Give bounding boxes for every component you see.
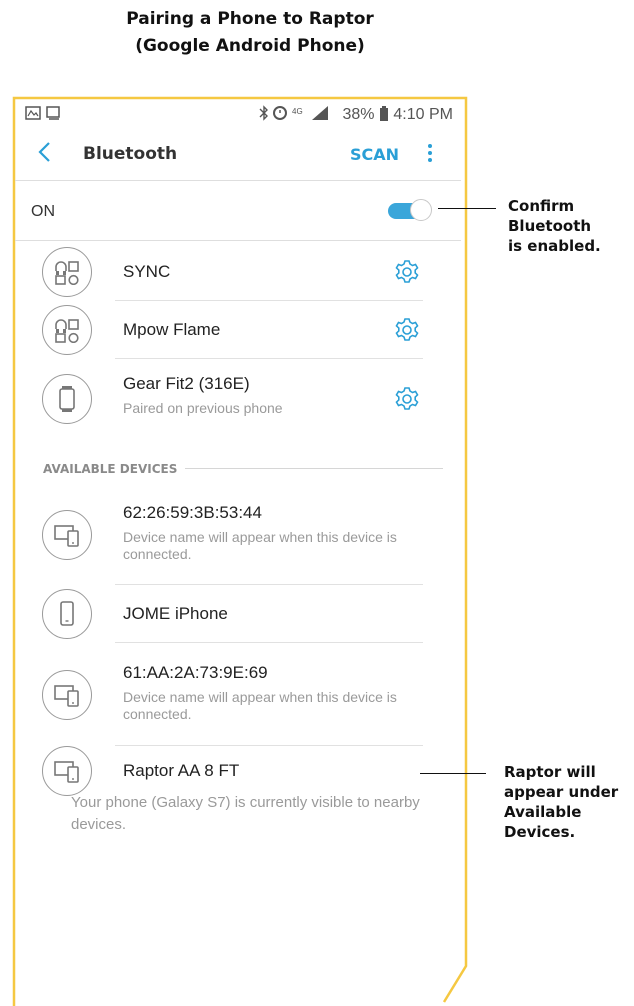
title-line-2: (Google Android Phone) xyxy=(135,36,365,56)
computer-phone-icon xyxy=(42,746,92,796)
scan-button[interactable]: SCAN xyxy=(350,145,399,164)
gear-icon[interactable] xyxy=(394,317,420,343)
device-subtitle: Device name will appear when this device… xyxy=(123,529,397,562)
gear-icon[interactable] xyxy=(394,259,420,285)
back-chevron-icon[interactable] xyxy=(37,140,51,170)
device-row-raptor-aa-8-ft[interactable]: Raptor AA 8 FT xyxy=(15,746,461,796)
device-name: 62:26:59:3B:53:44 xyxy=(123,503,262,522)
device-name: SYNC xyxy=(123,262,171,281)
callout-leader-line xyxy=(438,208,496,209)
visibility-note: Your phone (Galaxy S7) is currently visi… xyxy=(71,794,420,833)
gear-icon[interactable] xyxy=(394,386,420,412)
phone-screen: 4G 38% 4:10 PM Bluetooth SCAN ON SYNC Mpo… xyxy=(15,100,461,1002)
battery-percent: 38% xyxy=(342,106,375,123)
callout-bluetooth-enabled: Confirm Bluetooth is enabled. xyxy=(508,197,601,255)
more-options-icon[interactable] xyxy=(424,142,436,166)
app-bar: Bluetooth SCAN xyxy=(15,132,461,181)
device-row-gear-fit2-316e[interactable]: Paired on previous phone Gear Fit2 (316E) xyxy=(15,359,461,439)
bluetooth-icon xyxy=(259,105,269,121)
phone-icon xyxy=(42,589,92,639)
status-bar: 4G 38% 4:10 PM xyxy=(15,100,461,128)
device-name: Gear Fit2 (316E) xyxy=(123,374,250,393)
device-name: Mpow Flame xyxy=(123,320,221,339)
bluetooth-toggle-row[interactable]: ON xyxy=(15,182,461,241)
computer-phone-icon xyxy=(42,510,92,560)
device-name: Raptor AA 8 FT xyxy=(123,761,240,780)
headset-device-icon xyxy=(42,247,92,297)
device-row-mpow-flame[interactable]: Mpow Flame xyxy=(15,301,461,359)
headset-device-icon xyxy=(42,305,92,355)
bluetooth-switch[interactable] xyxy=(388,199,432,221)
page-title: Pairing a Phone to Raptor (Google Androi… xyxy=(0,6,500,60)
device-row-62-26-59-3b-53-44[interactable]: Device name will appear when this device… xyxy=(15,485,461,585)
device-row-61-aa-2a-73-9e-69[interactable]: Device name will appear when this device… xyxy=(15,643,461,746)
computer-phone-icon xyxy=(42,669,92,720)
device-name: 61:AA:2A:73:9E:69 xyxy=(123,663,268,682)
available-devices-header: AVAILABLE DEVICES xyxy=(43,460,443,480)
lte-icon: 4G xyxy=(292,107,303,116)
signal-icon xyxy=(312,106,329,120)
notification-icons xyxy=(25,106,60,120)
device-row-jome-iphone[interactable]: JOME iPhone xyxy=(15,585,461,643)
title-line-1: Pairing a Phone to Raptor xyxy=(126,9,374,29)
watch-icon xyxy=(42,374,92,424)
callout-raptor-available: Raptor will appear under Available Devic… xyxy=(504,763,619,841)
callout-leader-line xyxy=(420,773,486,774)
device-row-sync[interactable]: SYNC xyxy=(15,243,461,301)
status-icons: 4G xyxy=(259,105,329,121)
device-name: JOME iPhone xyxy=(123,604,228,623)
device-subtitle: Device name will appear when this device… xyxy=(123,689,397,722)
screen-title: Bluetooth xyxy=(83,144,178,164)
clock: 4:10 PM xyxy=(393,106,453,123)
battery-icon xyxy=(379,106,388,121)
bluetooth-state-label: ON xyxy=(31,203,55,220)
